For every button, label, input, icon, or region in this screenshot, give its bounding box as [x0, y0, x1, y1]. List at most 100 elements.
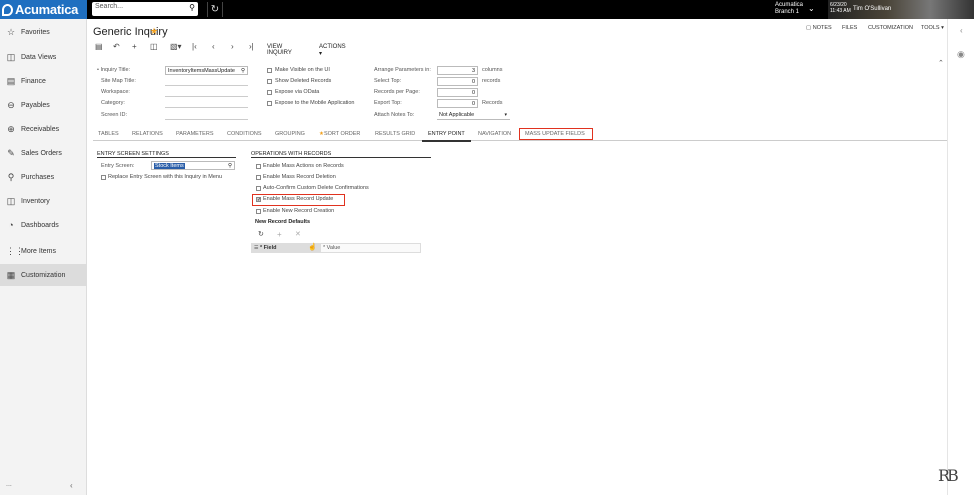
- sidebar-item-sales-orders[interactable]: ✎ Sales Orders: [0, 142, 87, 164]
- cursor-hand-icon: ☝: [308, 244, 317, 251]
- tools-label: TOOLS: [921, 25, 940, 31]
- notes-link[interactable]: ▢ NOTES: [806, 25, 832, 31]
- enable-new-record-checkbox[interactable]: [256, 209, 261, 214]
- sidebar-item-label: Payables: [21, 101, 50, 109]
- rb-watermark-logo: RB: [938, 466, 959, 485]
- actions-menu[interactable]: ACTIONS ▾: [319, 44, 346, 57]
- notes-icon: ▢: [806, 25, 813, 31]
- search-icon[interactable]: ⚲: [241, 67, 245, 75]
- tab-navigation[interactable]: NAVIGATION: [478, 131, 511, 137]
- data-views-icon: ◫: [6, 52, 16, 62]
- inquiry-title-value: InventoryItemsMassUpdate: [168, 68, 235, 74]
- tab-parameters[interactable]: PARAMETERS: [176, 131, 214, 137]
- sidebar-item-favorites[interactable]: ☆ Favorites: [0, 21, 87, 43]
- tab-grouping[interactable]: GROUPING: [275, 131, 305, 137]
- expose-odata-checkbox[interactable]: [267, 90, 272, 95]
- tab-tables[interactable]: TABLES: [98, 131, 119, 137]
- save-icon[interactable]: ▤: [95, 42, 103, 51]
- enable-mass-actions-label: Enable Mass Actions on Records: [263, 163, 344, 169]
- delete-icon[interactable]: ◫: [150, 42, 158, 51]
- auto-confirm-checkbox[interactable]: [256, 186, 261, 191]
- sidebar-item-receivables[interactable]: ⊕ Receivables: [0, 118, 87, 140]
- entry-screen-value: Stock Items: [154, 163, 185, 169]
- tab-sort-order[interactable]: ★SORT ORDER: [319, 131, 360, 137]
- value-column-label[interactable]: * Value: [323, 245, 340, 251]
- undo-icon[interactable]: ↶: [113, 42, 120, 51]
- sidebar-item-label: Favorites: [21, 28, 50, 36]
- first-record-icon[interactable]: |‹: [192, 42, 197, 51]
- files-link[interactable]: FILES: [842, 25, 857, 31]
- view-inquiry-button[interactable]: VIEW INQUIRY: [267, 44, 292, 56]
- delete-row-icon[interactable]: ✕: [295, 230, 301, 238]
- entry-screen-input[interactable]: Stock Items ⚲: [151, 161, 235, 170]
- add-row-icon[interactable]: +: [277, 230, 282, 239]
- replace-entry-checkbox[interactable]: [101, 175, 106, 180]
- tab-conditions[interactable]: CONDITIONS: [227, 131, 262, 137]
- sidebar-item-label: Customization: [21, 271, 66, 279]
- user-name[interactable]: Tim O'Sullivan: [853, 6, 891, 12]
- sidebar-item-more-items[interactable]: ⋮⋮ More Items: [0, 240, 87, 262]
- inventory-icon: ◫: [6, 196, 16, 206]
- entry-screen-label: Entry Screen:: [101, 163, 135, 169]
- tab-entry-point[interactable]: ENTRY POINT: [428, 131, 465, 137]
- select-top-input[interactable]: 0: [437, 77, 478, 86]
- sidebar-item-inventory[interactable]: ◫ Inventory: [0, 190, 87, 212]
- acumatica-logo[interactable]: Acumatica: [0, 0, 87, 19]
- tenant-selector[interactable]: Acumatica Branch 1: [775, 2, 803, 16]
- export-top-input[interactable]: 0: [437, 99, 478, 108]
- highlight-mass-update-option: [252, 194, 345, 206]
- eye-icon[interactable]: ◉: [957, 49, 965, 60]
- sidebar-item-purchases[interactable]: ⚲ Purchases: [0, 166, 87, 188]
- screen-id-input[interactable]: [165, 112, 248, 120]
- section-divider: [97, 157, 236, 158]
- customization-link[interactable]: CUSTOMIZATION: [868, 25, 913, 31]
- search-icon[interactable]: ⚲: [228, 162, 232, 170]
- column-config-icon[interactable]: ☰: [254, 245, 258, 251]
- next-record-icon[interactable]: ›: [231, 42, 234, 51]
- refresh-icon[interactable]: ↻: [258, 230, 264, 238]
- enable-mass-actions-checkbox[interactable]: [256, 164, 261, 169]
- records-per-page-input[interactable]: 0: [437, 88, 478, 97]
- copy-paste-icon[interactable]: ▧▾: [170, 42, 182, 51]
- last-record-icon[interactable]: ›|: [249, 42, 254, 51]
- sidebar-item-customization[interactable]: ▦ Customization: [0, 264, 87, 286]
- attach-notes-select[interactable]: Not Applicable ▾: [437, 111, 510, 120]
- collapse-form-icon[interactable]: ⌃: [938, 59, 944, 67]
- show-deleted-checkbox[interactable]: [267, 79, 272, 84]
- arrange-params-input[interactable]: 3: [437, 66, 478, 75]
- top-bar: Acumatica Search... ⚲ ↻ Acumatica Branch…: [0, 0, 974, 19]
- tab-results-grid[interactable]: RESULTS GRID: [375, 131, 415, 137]
- tab-relations[interactable]: RELATIONS: [132, 131, 163, 137]
- inquiry-title-input[interactable]: InventoryItemsMassUpdate ⚲: [165, 66, 248, 75]
- sidebar-item-payables[interactable]: ⊖ Payables: [0, 94, 87, 116]
- actions-label: ACTIONS: [319, 44, 346, 50]
- workspace-input[interactable]: [165, 89, 248, 97]
- category-input[interactable]: [165, 100, 248, 108]
- more-dots[interactable]: ...: [6, 481, 12, 488]
- site-map-title-input[interactable]: [165, 78, 248, 86]
- replace-entry-label: Replace Entry Screen with this Inquiry i…: [108, 174, 223, 180]
- defaults-grid-header: ☰ * Field ☝ * Value: [251, 243, 421, 253]
- sidebar-item-dashboards[interactable]: ◔ Dashboards: [0, 214, 87, 236]
- sidebar-item-data-views[interactable]: ◫ Data Views: [0, 46, 87, 68]
- sidebar: ☆ Favorites ◫ Data Views ▤ Finance ⊖ Payable…: [0, 19, 87, 495]
- search-icon[interactable]: ⚲: [189, 3, 195, 12]
- previous-record-icon[interactable]: ‹: [212, 42, 215, 51]
- make-visible-checkbox[interactable]: [267, 68, 272, 73]
- collapse-icon[interactable]: ‹: [70, 481, 73, 490]
- sidebar-item-finance[interactable]: ▤ Finance: [0, 70, 87, 92]
- tools-link[interactable]: TOOLS ▾: [921, 25, 944, 31]
- chevron-down-icon[interactable]: ⌄: [808, 4, 815, 13]
- search-box[interactable]: Search... ⚲: [92, 2, 198, 16]
- enable-mass-deletion-checkbox[interactable]: [256, 175, 261, 180]
- chevron-left-icon[interactable]: ‹: [960, 26, 963, 35]
- history-icon[interactable]: ↻: [207, 2, 223, 17]
- tenant-name: Acumatica: [775, 2, 804, 8]
- export-top-label: Export Top:: [374, 100, 402, 106]
- expose-mobile-checkbox[interactable]: [267, 101, 272, 106]
- right-scrollbar[interactable]: [947, 19, 948, 495]
- notes-label: NOTES: [812, 25, 832, 31]
- favorite-star-icon[interactable]: ★: [150, 26, 158, 37]
- sidebar-item-label: Dashboards: [21, 221, 59, 229]
- add-icon[interactable]: +: [132, 42, 137, 51]
